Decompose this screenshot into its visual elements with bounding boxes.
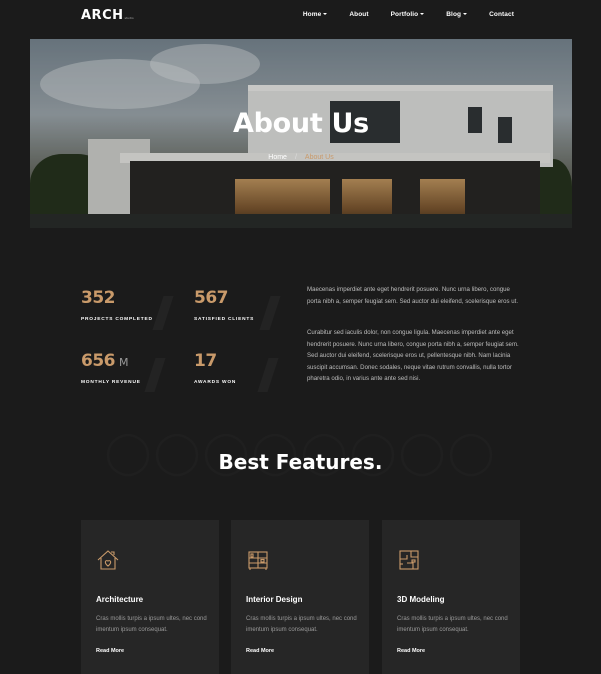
- stat-label: AWARDS WON: [194, 380, 237, 385]
- card-title: 3D Modeling: [397, 595, 445, 604]
- logo-subtext: studio: [124, 16, 134, 20]
- stat-awards: 17 AWARDS WON: [194, 351, 236, 385]
- section-title: Best Features.: [218, 450, 383, 474]
- interior-shelf-icon: [248, 551, 268, 570]
- breadcrumb-separator: /: [294, 154, 297, 161]
- decorative-slash: [259, 296, 281, 330]
- read-more-link[interactable]: Read More: [246, 648, 274, 654]
- nav-item-about[interactable]: About: [349, 11, 368, 18]
- card-text: Cras mollis turpis a ipsum ultes, nec co…: [96, 616, 207, 633]
- nav-item-contact[interactable]: Contact: [489, 11, 514, 18]
- breadcrumb-home-link[interactable]: Home: [268, 154, 287, 161]
- card-text: Cras mollis turpis a ipsum ultes, nec co…: [246, 616, 357, 633]
- decorative-slash: [144, 358, 166, 392]
- logo[interactable]: ARCHstudio: [81, 8, 134, 23]
- stat-clients: 567 SATISFIED CLIENTS: [194, 288, 254, 322]
- logo-text: ARCH: [81, 8, 124, 23]
- read-more-link[interactable]: Read More: [397, 648, 425, 654]
- stat-unit: M: [119, 356, 129, 369]
- stat-projects: 352 PROJECTS COMPLETED: [81, 288, 153, 322]
- feature-card: 3D Modeling Cras mollis turpis a ipsum u…: [382, 520, 520, 674]
- stat-label: PROJECTS COMPLETED: [81, 317, 153, 322]
- hero-banner: About Us Home / About Us: [30, 39, 572, 228]
- card-text: Cras mollis turpis a ipsum ultes, nec co…: [397, 616, 508, 633]
- breadcrumb: Home / About Us: [30, 154, 572, 161]
- floor-plan-icon: [399, 550, 419, 570]
- stat-value: 352: [81, 288, 116, 308]
- stat-label: SATISFIED CLIENTS: [194, 317, 255, 322]
- about-paragraph-2: Curabitur sed iaculis dolor, non congue …: [307, 329, 519, 383]
- chevron-down-icon: [463, 13, 468, 16]
- about-paragraph-1: Maecenas imperdiet ante eget hendrerit p…: [307, 286, 519, 305]
- chevron-down-icon: [323, 13, 328, 16]
- stat-label: MONTHLY REVENUE: [81, 380, 141, 385]
- decorative-slash: [257, 358, 279, 392]
- stat-value: 567: [194, 288, 229, 308]
- site-header: ARCHstudio Home About Portfolio Blog Con…: [0, 0, 601, 34]
- chevron-down-icon: [420, 13, 425, 16]
- card-title: Architecture: [96, 595, 144, 604]
- breadcrumb-current: About Us: [304, 154, 334, 161]
- page-title: About Us: [233, 108, 369, 139]
- stat-revenue: 656 M MONTHLY REVENUE: [81, 351, 141, 385]
- feature-card: Architecture Cras mollis turpis a ipsum …: [81, 520, 219, 674]
- decorative-slash: [152, 296, 174, 330]
- nav-item-portfolio[interactable]: Portfolio: [391, 11, 425, 18]
- house-heart-icon: [97, 550, 119, 570]
- stat-value: 656 M: [81, 351, 129, 371]
- card-title: Interior Design: [246, 595, 303, 604]
- feature-card: Interior Design Cras mollis turpis a ips…: [231, 520, 369, 674]
- stat-value: 17: [194, 351, 217, 371]
- nav-item-blog[interactable]: Blog: [446, 11, 468, 18]
- nav-item-home[interactable]: Home: [303, 11, 328, 18]
- read-more-link[interactable]: Read More: [96, 648, 124, 654]
- main-nav: Home About Portfolio Blog Contact: [281, 11, 514, 18]
